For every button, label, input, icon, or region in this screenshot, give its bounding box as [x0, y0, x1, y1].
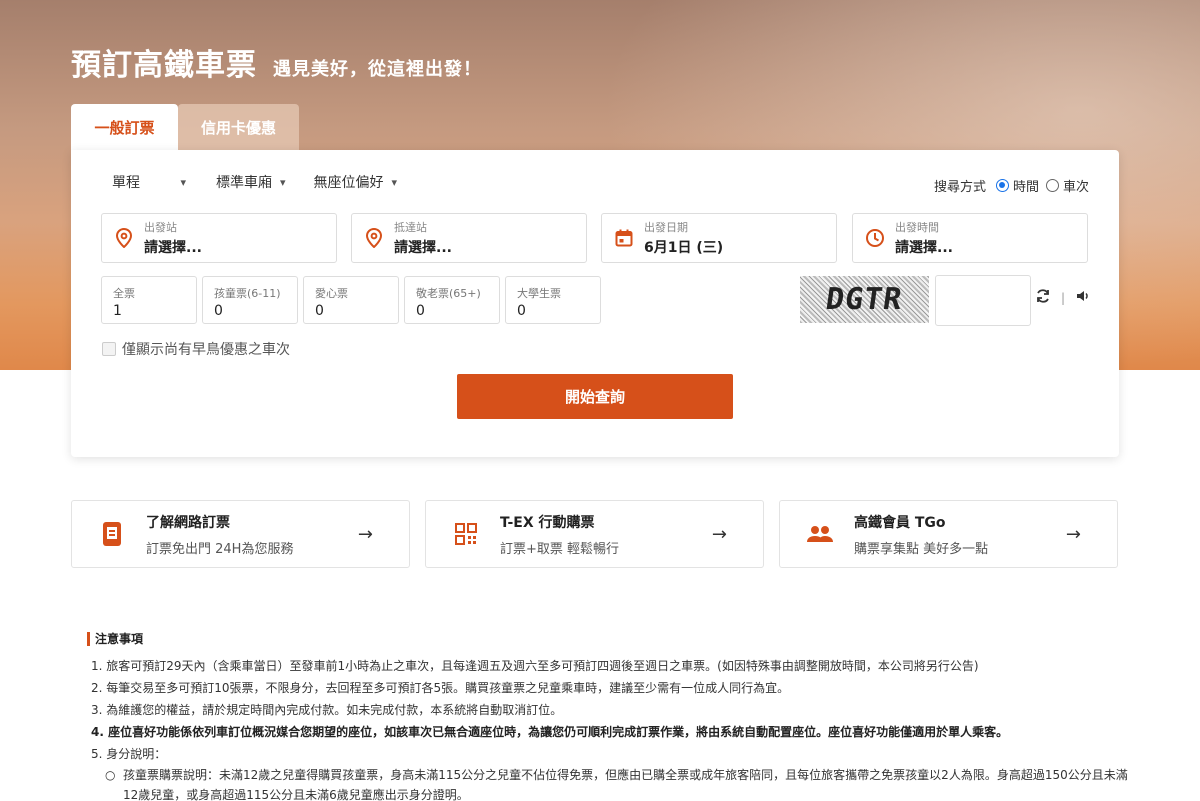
ticket-label: 孩童票(6-11): [214, 287, 281, 300]
notice-item: 5. 身分說明：: [91, 747, 167, 761]
info-card-online-booking[interactable]: 了解網路訂票 訂票免出門 24H為您服務 →: [71, 500, 410, 568]
booking-tabs: 一般訂票 信用卡優惠: [71, 104, 299, 150]
seat-pref-value: 無座位偏好: [313, 175, 384, 191]
trip-type-value: 單程: [112, 175, 140, 191]
info-card-subtitle: 訂票免出門 24H為您服務: [146, 541, 294, 557]
booking-form: 單程 ▾ 標準車廂 ▾ 無座位偏好 ▾ 搜尋方式 時間 車次 出發站 請選擇..…: [71, 150, 1119, 457]
info-card-title: T-EX 行動購票: [500, 514, 595, 531]
ticket-count: 0: [416, 303, 425, 319]
info-card-tgo-member[interactable]: 高鐵會員 TGo 購票享集點 美好多一點 →: [779, 500, 1118, 568]
radio-train-label[interactable]: 車次: [1063, 176, 1089, 195]
notice-item: 3. 為維護您的權益，請於規定時間內完成付款。如未完成付款，本系統將自動取消訂位…: [91, 703, 563, 717]
info-card-title: 高鐵會員 TGo: [854, 514, 946, 531]
tab-general-booking[interactable]: 一般訂票: [71, 104, 178, 150]
captcha-image: DGTR: [800, 276, 929, 323]
ticket-count: 0: [517, 303, 526, 319]
captcha-input[interactable]: [935, 275, 1031, 326]
chevron-down-icon: ▾: [280, 175, 286, 189]
ticket-count: 1: [113, 303, 122, 319]
info-card-subtitle: 訂票+取票 輕鬆暢行: [500, 541, 620, 557]
arrival-value: 請選擇...: [394, 240, 452, 256]
ticket-child[interactable]: 孩童票(6-11) 0: [202, 276, 298, 324]
date-label: 出發日期: [644, 221, 688, 234]
car-type-value: 標準車廂: [216, 175, 272, 191]
location-pin-icon: [114, 228, 134, 248]
ticket-count: 0: [315, 303, 324, 319]
captcha-text: DGTR: [823, 282, 906, 317]
ticket-adult[interactable]: 全票 1: [101, 276, 197, 324]
departure-label: 出發站: [144, 221, 177, 234]
refresh-icon[interactable]: [1035, 288, 1051, 308]
search-mode-label: 搜尋方式: [933, 180, 986, 195]
notice-item: 1. 旅客可預訂29天內（含乘車當日）至發車前1小時為止之車次，且每逢週五及週六…: [91, 659, 979, 673]
ticket-student[interactable]: 大學生票 0: [505, 276, 601, 324]
early-bird-label: 僅顯示尚有早鳥優惠之車次: [122, 342, 290, 358]
hero-title: 預訂高鐵車票 遇見美好，從這裡出發！: [71, 40, 482, 84]
radio-search-by-time[interactable]: [995, 179, 1009, 192]
location-pin-icon: [364, 228, 384, 248]
arrow-right-icon: →: [357, 523, 373, 545]
ticket-label: 全票: [113, 287, 135, 300]
departure-station-field[interactable]: 出發站 請選擇...: [101, 213, 337, 263]
trip-type-select[interactable]: 單程 ▾: [112, 172, 186, 192]
ticket-senior[interactable]: 敬老票(65+) 0: [404, 276, 500, 324]
early-bird-checkbox[interactable]: [102, 342, 116, 356]
arrival-label: 抵達站: [394, 221, 427, 234]
trip-options: 單程 ▾ 標準車廂 ▾ 無座位偏好 ▾: [112, 172, 425, 192]
notice-heading: 注意事項: [87, 630, 1137, 647]
bullet-icon: ○: [105, 768, 116, 782]
notice-subitem-text: 孩童票購票說明：未滿12歲之兒童得購買孩童票，身高未滿115公分之兒童不佔位得免…: [123, 768, 1128, 801]
notice-section: 注意事項 1. 旅客可預訂29天內（含乘車當日）至發車前1小時為止之車次，且每逢…: [87, 630, 1137, 801]
mobile-ticket-icon: [98, 520, 126, 548]
date-value: 6月1日 (三): [644, 240, 724, 256]
speaker-icon[interactable]: [1075, 288, 1091, 308]
ticket-disabled[interactable]: 愛心票 0: [303, 276, 399, 324]
departure-time-field[interactable]: 出發時間 請選擇...: [852, 213, 1088, 263]
early-bird-option[interactable]: 僅顯示尚有早鳥優惠之車次: [102, 339, 290, 359]
search-mode: 搜尋方式 時間 車次: [934, 176, 1089, 195]
divider: |: [1061, 291, 1066, 305]
calendar-icon: [614, 228, 634, 248]
info-card-title: 了解網路訂票: [146, 514, 230, 531]
ticket-label: 敬老票(65+): [416, 287, 481, 300]
notice-item: 2. 每筆交易至多可預訂10張票，不限身分，去回程至多可預訂各5張。購買孩童票之…: [91, 681, 790, 695]
notice-item: 4. 座位喜好功能係依列車訂位概況媒合您期望的座位，如該車次已無合適座位時，為讓…: [91, 725, 1009, 739]
search-button[interactable]: 開始查詢: [457, 374, 733, 419]
chevron-down-icon: ▾: [391, 175, 398, 189]
arrow-right-icon: →: [711, 523, 727, 545]
clock-icon: [865, 228, 885, 248]
arrival-station-field[interactable]: 抵達站 請選擇...: [351, 213, 587, 263]
members-icon: [806, 520, 834, 548]
info-card-subtitle: 購票享集點 美好多一點: [854, 541, 989, 557]
notice-subitem: ○ 孩童票購票說明：未滿12歲之兒童得購買孩童票，身高未滿115公分之兒童不佔位…: [105, 765, 1137, 801]
ticket-count: 0: [214, 303, 223, 319]
car-type-select[interactable]: 標準車廂 ▾: [216, 172, 286, 192]
notice-title: 注意事項: [95, 632, 144, 646]
qr-code-icon: [452, 520, 480, 548]
page-subtitle: 遇見美好，從這裡出發！: [273, 59, 482, 80]
chevron-down-icon: ▾: [180, 175, 186, 189]
captcha-controls: |: [1035, 288, 1091, 308]
arrow-right-icon: →: [1065, 523, 1081, 545]
notice-list: 1. 旅客可預訂29天內（含乘車當日）至發車前1小時為止之車次，且每逢週五及週六…: [91, 655, 1137, 765]
tab-credit-card-offers[interactable]: 信用卡優惠: [178, 104, 299, 150]
seat-preference-select[interactable]: 無座位偏好 ▾: [314, 172, 398, 192]
info-card-tex-mobile[interactable]: T-EX 行動購票 訂票+取票 輕鬆暢行 →: [425, 500, 764, 568]
departure-date-field[interactable]: 出發日期 6月1日 (三): [601, 213, 837, 263]
radio-search-by-train[interactable]: [1045, 179, 1059, 192]
time-value: 請選擇...: [895, 240, 953, 256]
ticket-label: 大學生票: [517, 287, 561, 300]
time-label: 出發時間: [895, 221, 939, 234]
ticket-label: 愛心票: [315, 287, 348, 300]
radio-time-label[interactable]: 時間: [1013, 176, 1039, 195]
page-title: 預訂高鐵車票: [71, 48, 257, 83]
departure-value: 請選擇...: [144, 240, 202, 256]
heading-accent-bar: [87, 631, 90, 646]
